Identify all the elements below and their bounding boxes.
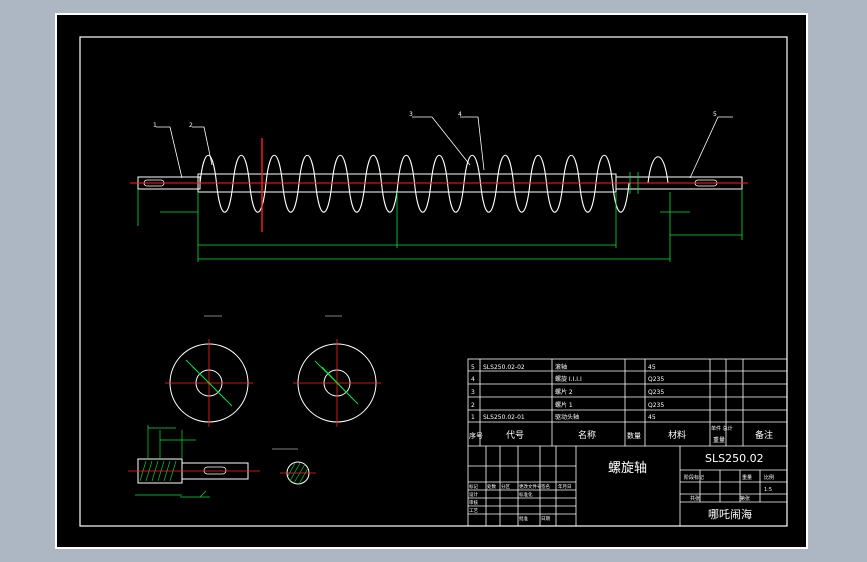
bom-row-4-material: Q235	[648, 376, 664, 383]
bom-row-3-seq: 3	[471, 389, 475, 396]
end-section-views	[165, 315, 381, 427]
bom-row-1-code: SLS250.02-01	[483, 414, 525, 421]
sign-label-5: 年月日	[558, 483, 572, 490]
helical-flight	[199, 154, 669, 213]
sign-label-7: 审核	[469, 499, 478, 506]
bom-row-5-name: 滚轴	[555, 363, 567, 371]
header-name: 名称	[578, 429, 596, 441]
bom-row-5-material: 45	[648, 364, 656, 371]
bom-row-2-seq: 2	[471, 402, 475, 409]
drawing-number: SLS250.02	[705, 452, 764, 465]
bom-row-5-seq: 5	[471, 364, 475, 371]
header-remark: 备注	[755, 429, 773, 441]
scale-value: 1:5	[764, 487, 772, 493]
bom-row-3-name: 螺片 2	[555, 388, 573, 396]
header-code: 代号	[506, 430, 524, 441]
header-unit-total: 单件 总计	[711, 425, 733, 432]
sign-label-10: 标准化	[519, 491, 533, 498]
header-weight: 重量	[713, 436, 725, 444]
bom-row-4-seq: 4	[471, 376, 475, 383]
header-material: 材料	[668, 429, 686, 441]
callout-2: 2	[189, 122, 193, 129]
bom-row-1-name: 驱动头轴	[555, 413, 579, 421]
shaft-end-detail	[128, 425, 316, 498]
bom-row-1-material: 45	[648, 414, 656, 421]
sign-label-0: 标记	[469, 483, 478, 490]
part-name: 螺旋轴	[608, 461, 647, 476]
stage-label-1: 重量	[742, 474, 752, 481]
bom-row-2-name: 螺片 1	[555, 401, 573, 409]
sign-label-4: 签名	[541, 483, 550, 490]
stage-labels: 阶段标记 重量 比例 共张 第张	[684, 474, 774, 502]
header-qty: 数量	[627, 431, 641, 440]
cad-drawing: 1 2 3 4 5 5 SLS250.02-02 滚轴 45 4 螺旋 Ⅰ.Ⅰ.…	[79, 36, 788, 527]
bom-row-3-material: Q235	[648, 389, 664, 396]
header-seq: 序号	[469, 431, 483, 440]
bom-row-5-code: SLS250.02-02	[483, 364, 525, 371]
sign-label-3: 更改文件号	[519, 483, 542, 490]
bom-row-1-seq: 1	[471, 414, 475, 421]
callout-4: 4	[458, 111, 462, 118]
stage-label-0: 阶段标记	[684, 474, 704, 481]
callout-1: 1	[153, 122, 157, 129]
inner-frame	[79, 36, 788, 527]
bom-row-2-material: Q235	[648, 402, 664, 409]
bom-table: 5 SLS250.02-02 滚轴 45 4 螺旋 Ⅰ.Ⅰ.Ⅰ.Ⅰ Q235 3…	[471, 363, 664, 421]
sign-label-6: 设计	[469, 491, 478, 498]
callout-5: 5	[713, 111, 717, 118]
sign-label-1: 处数	[487, 483, 496, 490]
stage-label-2: 比例	[764, 474, 774, 481]
screw-shaft-view: 1 2 3 4 5	[130, 111, 748, 262]
stage-label-4: 第张	[740, 495, 750, 502]
bom-row-4-name: 螺旋 Ⅰ.Ⅰ.Ⅰ.Ⅰ	[555, 375, 582, 383]
sign-label-11: 批准	[519, 515, 528, 522]
bom-header: 序号 代号 名称 数量 材料 单件 总计 重量 备注	[469, 425, 773, 444]
callout-3: 3	[409, 111, 413, 118]
sign-label-8: 工艺	[469, 508, 478, 514]
designer-name: 哪吒闹海	[708, 507, 752, 521]
sign-label-2: 分区	[501, 483, 510, 490]
stage-label-3: 共张	[690, 495, 700, 502]
sign-label-9: 日期	[541, 516, 550, 522]
